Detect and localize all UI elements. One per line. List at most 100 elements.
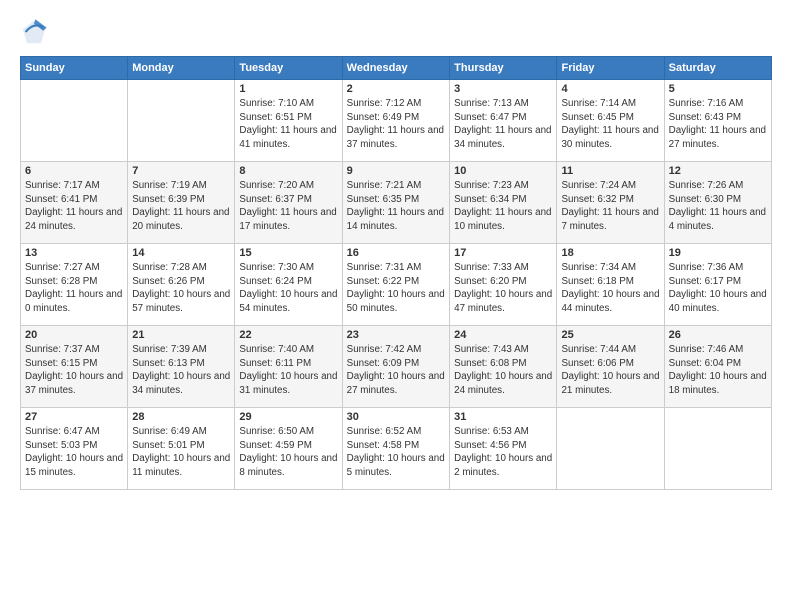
calendar-cell (21, 80, 128, 162)
day-detail: Sunrise: 7:44 AMSunset: 6:06 PMDaylight:… (561, 343, 659, 398)
day-number: 6 (25, 165, 123, 177)
day-number: 29 (239, 411, 337, 423)
day-number: 23 (347, 329, 445, 341)
calendar-cell: 19 Sunrise: 7:36 AMSunset: 6:17 PMDayligh… (664, 244, 771, 326)
calendar-cell: 26 Sunrise: 7:46 AMSunset: 6:04 PMDayligh… (664, 326, 771, 408)
day-number: 18 (561, 247, 659, 259)
calendar-cell: 10 Sunrise: 7:23 AMSunset: 6:34 PMDayligh… (450, 162, 557, 244)
logo-icon (20, 18, 48, 46)
day-detail: Sunrise: 7:20 AMSunset: 6:37 PMDaylight:… (239, 179, 337, 234)
weekday-header-tuesday: Tuesday (235, 57, 342, 80)
calendar-cell: 22 Sunrise: 7:40 AMSunset: 6:11 PMDayligh… (235, 326, 342, 408)
logo (20, 18, 52, 46)
day-detail: Sunrise: 7:24 AMSunset: 6:32 PMDaylight:… (561, 179, 659, 234)
calendar-cell: 23Sunrise: 7:42 AMSunset: 6:09 PMDayligh… (342, 326, 449, 408)
day-detail: Sunrise: 7:16 AMSunset: 6:43 PMDaylight:… (669, 97, 767, 152)
day-number: 16 (347, 247, 445, 259)
day-detail: Sunrise: 7:43 AMSunset: 6:08 PMDaylight:… (454, 343, 552, 398)
calendar-cell: 31 Sunrise: 6:53 AMSunset: 4:56 PMDayligh… (450, 408, 557, 490)
day-detail: Sunrise: 7:34 AMSunset: 6:18 PMDaylight:… (561, 261, 659, 316)
day-number: 14 (132, 247, 230, 259)
day-detail: Sunrise: 7:14 AMSunset: 6:45 PMDaylight:… (561, 97, 659, 152)
day-number: 31 (454, 411, 552, 423)
day-number: 20 (25, 329, 123, 341)
day-number: 28 (132, 411, 230, 423)
calendar-cell: 27 Sunrise: 6:47 AMSunset: 5:03 PMDayligh… (21, 408, 128, 490)
day-number: 4 (561, 83, 659, 95)
calendar-cell: 6 Sunrise: 7:17 AMSunset: 6:41 PMDaylight… (21, 162, 128, 244)
day-detail: Sunrise: 7:10 AMSunset: 6:51 PMDaylight:… (239, 97, 337, 152)
day-detail: Sunrise: 7:23 AMSunset: 6:34 PMDaylight:… (454, 179, 552, 234)
calendar-cell: 9 Sunrise: 7:21 AMSunset: 6:35 PMDaylight… (342, 162, 449, 244)
day-detail: Sunrise: 7:26 AMSunset: 6:30 PMDaylight:… (669, 179, 767, 234)
calendar-cell: 14 Sunrise: 7:28 AMSunset: 6:26 PMDayligh… (128, 244, 235, 326)
day-number: 21 (132, 329, 230, 341)
day-number: 26 (669, 329, 767, 341)
day-detail: Sunrise: 6:53 AMSunset: 4:56 PMDaylight:… (454, 425, 552, 480)
calendar-cell: 1Sunrise: 7:10 AMSunset: 6:51 PMDaylight… (235, 80, 342, 162)
calendar-cell: 11 Sunrise: 7:24 AMSunset: 6:32 PMDayligh… (557, 162, 664, 244)
day-number: 10 (454, 165, 552, 177)
weekday-header-row: SundayMondayTuesdayWednesdayThursdayFrid… (21, 57, 772, 80)
day-number: 5 (669, 83, 767, 95)
calendar-cell: 29 Sunrise: 6:50 AMSunset: 4:59 PMDayligh… (235, 408, 342, 490)
day-detail: Sunrise: 7:40 AMSunset: 6:11 PMDaylight:… (239, 343, 337, 398)
day-detail: Sunrise: 7:39 AMSunset: 6:13 PMDaylight:… (132, 343, 230, 398)
calendar-cell: 28 Sunrise: 6:49 AMSunset: 5:01 PMDayligh… (128, 408, 235, 490)
weekday-header-monday: Monday (128, 57, 235, 80)
day-number: 27 (25, 411, 123, 423)
week-row-3: 13 Sunrise: 7:27 AMSunset: 6:28 PMDayligh… (21, 244, 772, 326)
day-detail: Sunrise: 7:27 AMSunset: 6:28 PMDaylight:… (25, 261, 123, 316)
day-detail: Sunrise: 6:50 AMSunset: 4:59 PMDaylight:… (239, 425, 337, 480)
day-number: 19 (669, 247, 767, 259)
calendar-cell: 2Sunrise: 7:12 AMSunset: 6:49 PMDaylight… (342, 80, 449, 162)
calendar-cell: 12 Sunrise: 7:26 AMSunset: 6:30 PMDayligh… (664, 162, 771, 244)
calendar-cell: 16 Sunrise: 7:31 AMSunset: 6:22 PMDayligh… (342, 244, 449, 326)
day-detail: Sunrise: 6:52 AMSunset: 4:58 PMDaylight:… (347, 425, 445, 480)
day-number: 13 (25, 247, 123, 259)
calendar-cell: 7Sunrise: 7:19 AMSunset: 6:39 PMDaylight… (128, 162, 235, 244)
calendar-cell: 15 Sunrise: 7:30 AMSunset: 6:24 PMDayligh… (235, 244, 342, 326)
day-number: 11 (561, 165, 659, 177)
day-detail: Sunrise: 7:17 AMSunset: 6:41 PMDaylight:… (25, 179, 123, 234)
day-detail: Sunrise: 7:13 AMSunset: 6:47 PMDaylight:… (454, 97, 552, 152)
day-number: 15 (239, 247, 337, 259)
calendar-cell (128, 80, 235, 162)
calendar-cell: 25 Sunrise: 7:44 AMSunset: 6:06 PMDayligh… (557, 326, 664, 408)
day-detail: Sunrise: 7:33 AMSunset: 6:20 PMDaylight:… (454, 261, 552, 316)
day-detail: Sunrise: 7:37 AMSunset: 6:15 PMDaylight:… (25, 343, 123, 398)
day-number: 24 (454, 329, 552, 341)
day-detail: Sunrise: 7:28 AMSunset: 6:26 PMDaylight:… (132, 261, 230, 316)
calendar-cell (557, 408, 664, 490)
calendar-cell: 13 Sunrise: 7:27 AMSunset: 6:28 PMDayligh… (21, 244, 128, 326)
day-detail: Sunrise: 7:31 AMSunset: 6:22 PMDaylight:… (347, 261, 445, 316)
page-header (20, 18, 772, 46)
calendar-cell: 3 Sunrise: 7:13 AMSunset: 6:47 PMDaylight… (450, 80, 557, 162)
day-number: 30 (347, 411, 445, 423)
calendar-cell: 20 Sunrise: 7:37 AMSunset: 6:15 PMDayligh… (21, 326, 128, 408)
day-detail: Sunrise: 7:21 AMSunset: 6:35 PMDaylight:… (347, 179, 445, 234)
weekday-header-sunday: Sunday (21, 57, 128, 80)
day-number: 17 (454, 247, 552, 259)
calendar-cell: 18 Sunrise: 7:34 AMSunset: 6:18 PMDayligh… (557, 244, 664, 326)
calendar-cell: 8 Sunrise: 7:20 AMSunset: 6:37 PMDaylight… (235, 162, 342, 244)
day-detail: Sunrise: 6:47 AMSunset: 5:03 PMDaylight:… (25, 425, 123, 480)
day-number: 22 (239, 329, 337, 341)
week-row-4: 20 Sunrise: 7:37 AMSunset: 6:15 PMDayligh… (21, 326, 772, 408)
calendar-page: SundayMondayTuesdayWednesdayThursdayFrid… (0, 0, 792, 612)
day-number: 12 (669, 165, 767, 177)
day-number: 25 (561, 329, 659, 341)
week-row-2: 6 Sunrise: 7:17 AMSunset: 6:41 PMDaylight… (21, 162, 772, 244)
day-detail: Sunrise: 6:49 AMSunset: 5:01 PMDaylight:… (132, 425, 230, 480)
day-detail: Sunrise: 7:30 AMSunset: 6:24 PMDaylight:… (239, 261, 337, 316)
day-detail: Sunrise: 7:36 AMSunset: 6:17 PMDaylight:… (669, 261, 767, 316)
calendar-cell: 5 Sunrise: 7:16 AMSunset: 6:43 PMDaylight… (664, 80, 771, 162)
day-detail: Sunrise: 7:46 AMSunset: 6:04 PMDaylight:… (669, 343, 767, 398)
calendar-cell: 4 Sunrise: 7:14 AMSunset: 6:45 PMDaylight… (557, 80, 664, 162)
calendar-cell (664, 408, 771, 490)
day-number: 3 (454, 83, 552, 95)
week-row-5: 27 Sunrise: 6:47 AMSunset: 5:03 PMDayligh… (21, 408, 772, 490)
week-row-1: 1Sunrise: 7:10 AMSunset: 6:51 PMDaylight… (21, 80, 772, 162)
day-number: 8 (239, 165, 337, 177)
day-number: 9 (347, 165, 445, 177)
